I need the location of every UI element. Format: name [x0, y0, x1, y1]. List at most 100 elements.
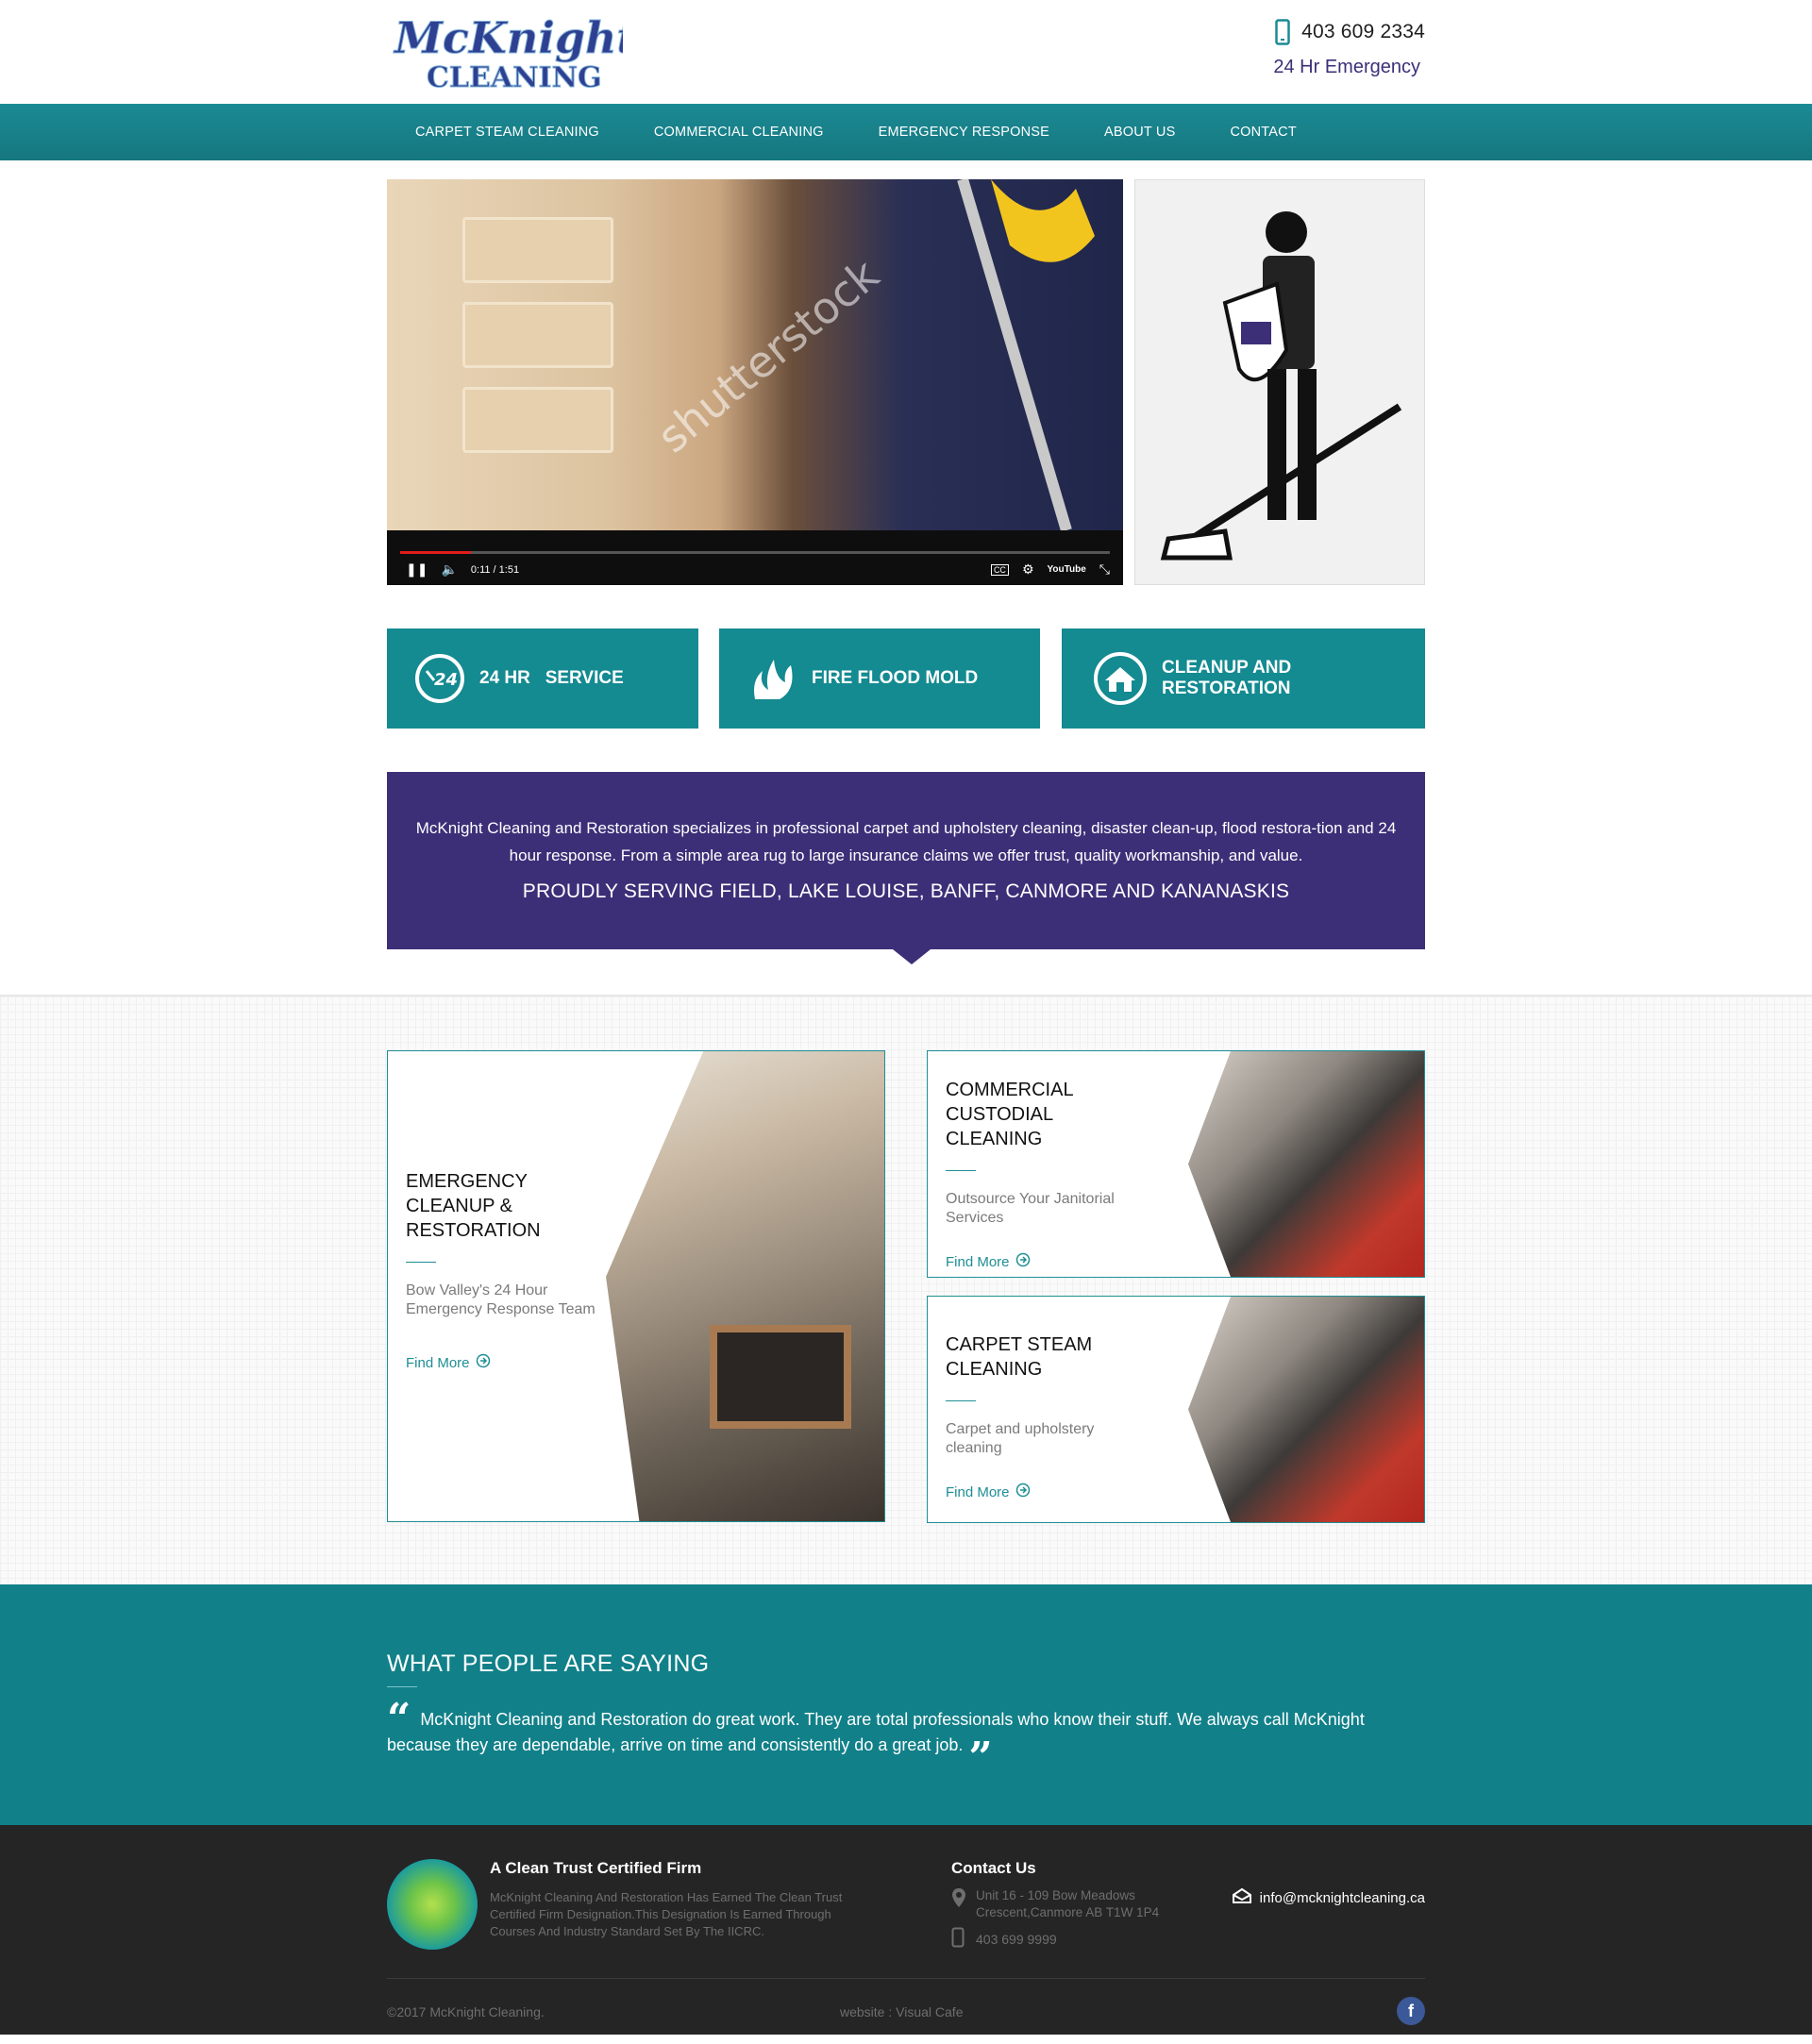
captions-icon[interactable]: CC — [990, 563, 1009, 576]
feature-24hr-service[interactable]: 24 24 HR SERVICE — [387, 628, 698, 729]
main-nav: CARPET STEAM CLEANING COMMERCIAL CLEANIN… — [0, 104, 1812, 160]
card-description: Outsource Your Janitorial Services — [946, 1191, 1115, 1226]
card-title: CARPET STEAM CLEANING — [946, 1334, 1093, 1380]
nav-item-emergency-response[interactable]: EMERGENCY RESPONSE — [879, 125, 1049, 140]
exit-fullscreen-icon[interactable]: ⤡ — [1099, 561, 1110, 578]
testimonial-quote: “McKnight Cleaning and Restoration do gr… — [387, 1699, 1425, 1779]
mobile-phone-icon — [951, 1927, 965, 1951]
cabinet-drawer — [462, 387, 613, 453]
find-more-label: Find More — [946, 1483, 1010, 1500]
carpet-cleaning-image — [1188, 1297, 1424, 1522]
banner-pointer — [893, 949, 931, 964]
nav-item-about-us[interactable]: ABOUT US — [1104, 125, 1175, 140]
video-progress-bar[interactable] — [400, 551, 1110, 554]
service-card-emergency[interactable]: EMERGENCY CLEANUP & RESTORATION Bow Vall… — [387, 1050, 885, 1522]
card-divider — [946, 1400, 976, 1401]
card-title: COMMERCIAL CUSTODIAL CLEANING — [946, 1080, 1073, 1149]
mobile-phone-icon — [1275, 19, 1290, 45]
services-section: EMERGENCY CLEANUP & RESTORATION Bow Vall… — [0, 995, 1812, 1584]
video-watermark: shutterstock — [647, 248, 889, 463]
mcknight-logo[interactable]: McKnight CLEANING — [387, 9, 624, 95]
pause-icon[interactable]: ❚❚ — [406, 561, 428, 578]
find-more-link[interactable]: Find More — [946, 1483, 1144, 1501]
site-credit[interactable]: website : Visual Cafe — [840, 2004, 963, 2019]
address-line-2: Crescent,Canmore AB T1W 1P4 — [976, 1905, 1160, 1919]
nav-item-contact[interactable]: CONTACT — [1230, 125, 1296, 140]
testimonials-heading: WHAT PEOPLE ARE SAYING — [387, 1650, 710, 1677]
video-frame[interactable]: shutterstock — [387, 179, 1123, 530]
arrow-circle-right-icon — [1015, 1483, 1031, 1501]
home-circle-icon — [1092, 650, 1149, 707]
map-pin-icon — [951, 1887, 966, 1921]
address-line-1: Unit 16 - 109 Bow Meadows — [976, 1888, 1135, 1902]
video-player[interactable]: shutterstock ❚❚ 🔈 0:11 / 1:51 CC ⚙ YouTu… — [387, 179, 1123, 585]
testimonials-section: WHAT PEOPLE ARE SAYING “McKnight Cleanin… — [0, 1584, 1812, 1825]
cert-title: A Clean Trust Certified Firm — [490, 1859, 702, 1877]
envelope-icon — [1232, 1887, 1252, 1908]
facebook-icon[interactable]: f — [1397, 1997, 1425, 2025]
fireplace — [710, 1325, 851, 1429]
settings-gear-icon[interactable]: ⚙ — [1022, 561, 1034, 578]
svg-text:24: 24 — [434, 670, 458, 690]
flame-water-icon — [746, 652, 798, 705]
card-title: EMERGENCY CLEANUP & RESTORATION — [406, 1171, 541, 1241]
arrow-circle-right-icon — [476, 1353, 491, 1372]
footer-phone-number[interactable]: 403 699 9999 — [976, 1932, 1057, 1947]
testimonial-text: McKnight Cleaning and Restoration do gre… — [387, 1710, 1365, 1754]
feature-boxes: 24 24 HR SERVICE FIRE FLOOD MOLD CLEANUP… — [387, 628, 1425, 729]
clean-trust-logo — [387, 1859, 478, 1950]
knight-mascot-image — [1134, 179, 1425, 585]
email-address: info@mcknightcleaning.ca — [1259, 1889, 1425, 1906]
card-description: Carpet and upholstery cleaning — [946, 1421, 1095, 1456]
fire-damage-image — [606, 1051, 884, 1521]
copyright: ©2017 McKnight Cleaning. — [387, 2004, 545, 2019]
intro-banner: McKnight Cleaning and Restoration specia… — [387, 772, 1425, 964]
logo-text-top: McKnight — [393, 12, 623, 63]
volume-icon[interactable]: 🔈 — [441, 561, 457, 578]
knight-illustration — [1160, 211, 1402, 561]
service-card-carpet[interactable]: CARPET STEAM CLEANING Carpet and upholst… — [927, 1296, 1425, 1523]
card-description: Bow Valley's 24 Hour Emergency Response … — [406, 1282, 596, 1317]
custodian-cleaning-image — [1188, 1051, 1424, 1277]
logo-text-bottom: CLEANING — [427, 61, 602, 94]
intro-text: McKnight Cleaning and Restoration specia… — [415, 819, 1397, 864]
nav-item-commercial-cleaning[interactable]: COMMERCIAL CLEANING — [654, 125, 824, 140]
video-time: 0:11 / 1:51 — [470, 563, 520, 576]
site-footer: A Clean Trust Certified Firm McKnight Cl… — [0, 1825, 1812, 2035]
feature-label: FIRE FLOOD MOLD — [812, 668, 979, 688]
find-more-link[interactable]: Find More — [946, 1252, 1144, 1271]
cabinet-drawer — [462, 302, 613, 368]
header-contact: 403 609 2334 24 Hr Emergency — [1273, 19, 1425, 78]
arrow-circle-right-icon — [1015, 1252, 1031, 1271]
footer-divider — [387, 1978, 1425, 1979]
close-quote-icon: ” — [968, 1734, 993, 1782]
card-divider — [406, 1262, 436, 1263]
cabinet-drawer — [462, 217, 613, 283]
service-card-commercial[interactable]: COMMERCIAL CUSTODIAL CLEANING Outsource … — [927, 1050, 1425, 1278]
feature-cleanup-restoration[interactable]: CLEANUP AND RESTORATION — [1062, 628, 1425, 729]
vacuum-cleaner-figure — [957, 179, 1095, 530]
youtube-logo-icon[interactable]: YouTube — [1048, 564, 1086, 575]
nav-item-carpet-steam-cleaning[interactable]: CARPET STEAM CLEANING — [415, 125, 599, 140]
clock-24-icon: 24 — [413, 652, 466, 705]
site-header: McKnight CLEANING 403 609 2334 24 Hr Eme… — [387, 0, 1425, 104]
find-more-label: Find More — [946, 1253, 1010, 1270]
video-controls: ❚❚ 🔈 0:11 / 1:51 CC ⚙ YouTube ⤡ — [387, 530, 1123, 585]
hero-section: shutterstock ❚❚ 🔈 0:11 / 1:51 CC ⚙ YouTu… — [387, 179, 1425, 585]
feature-label: 24 HR SERVICE — [479, 668, 624, 688]
find-more-link[interactable]: Find More — [406, 1353, 604, 1372]
find-more-label: Find More — [406, 1354, 470, 1371]
feature-fire-flood-mold[interactable]: FIRE FLOOD MOLD — [719, 628, 1040, 729]
footer-address: Unit 16 - 109 Bow Meadows Crescent,Canmo… — [951, 1887, 1159, 1921]
video-progress-fill — [400, 551, 472, 554]
footer-email[interactable]: info@mcknightcleaning.ca — [1232, 1887, 1425, 1908]
card-divider — [946, 1170, 976, 1171]
feature-label: CLEANUP AND RESTORATION — [1162, 658, 1292, 698]
testimonials-divider — [387, 1686, 417, 1687]
header-phone-number[interactable]: 403 609 2334 — [1301, 21, 1425, 43]
footer-phone: 403 699 9999 — [951, 1927, 1057, 1951]
cert-description: McKnight Cleaning And Restoration Has Ea… — [490, 1890, 843, 1938]
contact-title: Contact Us — [951, 1859, 1036, 1877]
emergency-label: 24 Hr Emergency — [1273, 57, 1420, 77]
service-area-headline: PROUDLY SERVING FIELD, LAKE LOUISE, BANF… — [522, 880, 1290, 902]
